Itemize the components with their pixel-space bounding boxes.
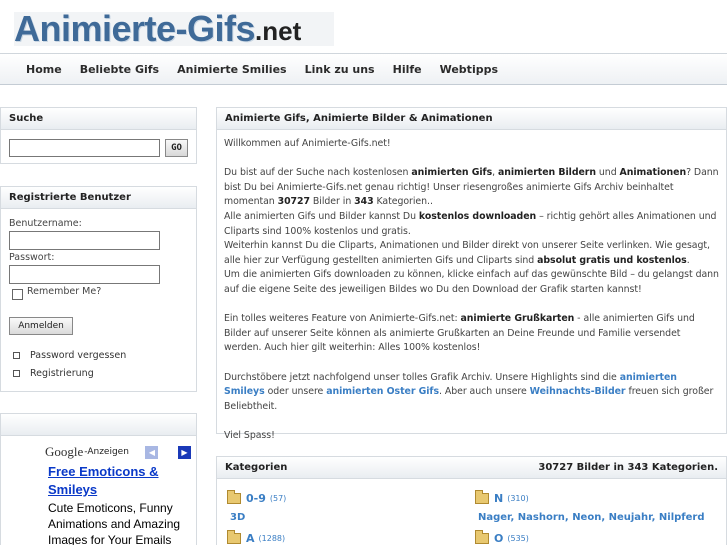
username-field[interactable] [9,231,160,250]
ad-panel: Google -Anzeigen ◀ ▶ Free Emoticons & Sm… [0,413,197,545]
google-wordmark: Google [45,444,84,459]
google-ad: Google -Anzeigen ◀ ▶ Free Emoticons & Sm… [45,444,191,545]
ad-title-link[interactable]: Free Emoticons & Smileys [48,463,191,499]
intro-panel-title: Animierte Gifs, Animierte Bilder & Anima… [217,108,726,130]
nav-beliebte-gifs[interactable]: Beliebte Gifs [80,63,159,76]
logo-tld-text: .net [255,16,302,46]
highlights-paragraph: Durchstöbere jetzt nachfolgend unser tol… [224,371,714,412]
chevron-left-icon[interactable]: ◀ [145,445,159,459]
category-row[interactable]: 0-9 (57) [227,488,467,508]
nav-animierte-smilies[interactable]: Animierte Smilies [177,63,286,76]
nav-webtipps[interactable]: Webtipps [440,63,498,76]
categories-panel: Kategorien 30727 Bilder in 343 Kategorie… [216,456,727,545]
folder-icon [227,529,241,544]
category-row[interactable]: A (1288) [227,528,467,545]
search-input[interactable] [9,139,160,157]
search-go-button[interactable]: GO [165,139,188,157]
ad-panel-header [1,414,196,436]
forgot-password-link[interactable]: Password vergessen [30,350,126,361]
subcategory-links[interactable]: Nager, Nashorn, Neon, Neujahr, Nilpferd [475,508,715,528]
welcome-text: Willkommen auf Animierte-Gifs.net! [224,138,391,149]
login-submit-button[interactable]: Anmelden [9,317,73,335]
category-row[interactable]: N (310) [475,488,715,508]
ad-description: Cute Emoticons, Funny Animations and Ama… [48,501,181,545]
categories-summary: 30727 Bilder in 343 Kategorien. [538,462,718,473]
nav-hilfe[interactable]: Hilfe [393,63,422,76]
link-oster-gifs[interactable]: animierten Oster Gifs [326,386,439,397]
login-panel: Registrierte Benutzer Benutzername: Pass… [0,186,197,392]
remember-me-label: Remember Me? [27,286,102,297]
intro-paragraph: Du bist auf der Suche nach kostenlosen a… [224,167,719,295]
categories-right-column: N (310) Nager, Nashorn, Neon, Neujahr, Ni… [475,488,715,545]
username-label: Benutzername: [9,218,82,229]
category-row[interactable]: O (535) [475,528,715,545]
folder-icon [475,489,489,504]
nav-home[interactable]: Home [26,63,62,76]
search-panel: Suche GO [0,107,197,164]
password-field[interactable] [9,265,160,284]
nav-link-zu-uns[interactable]: Link zu uns [305,63,375,76]
subcategory-links[interactable]: 3D [227,508,467,528]
site-logo[interactable]: Animierte-Gifs .net [14,12,334,46]
search-panel-title: Suche [1,108,196,130]
categories-title: Kategorien [225,462,288,473]
categories-header: Kategorien 30727 Bilder in 343 Kategorie… [217,457,726,479]
ad-label: -Anzeigen [84,447,129,457]
bullet-icon [13,352,20,359]
password-label: Passwort: [9,252,55,263]
folder-icon [227,489,241,504]
login-panel-title: Registrierte Benutzer [1,187,196,209]
folder-icon [475,529,489,544]
link-weihnachts-bilder[interactable]: Weihnachts-Bilder [530,386,626,397]
categories-left-column: 0-9 (57) 3D A (1288) [227,488,467,545]
farewell-text: Viel Spass! [224,429,275,441]
bullet-icon [13,370,20,377]
remember-me-checkbox[interactable] [12,289,23,300]
main-navigation: Home Beliebte Gifs Animierte Smilies Lin… [0,53,727,85]
greeting-cards-paragraph: Ein tolles weiteres Feature von Animiert… [224,313,695,354]
intro-text: Willkommen auf Animierte-Gifs.net! Du bi… [217,130,726,443]
ad-header: Google -Anzeigen ◀ ▶ [45,444,191,460]
register-link[interactable]: Registrierung [30,368,94,379]
intro-panel: Animierte Gifs, Animierte Bilder & Anima… [216,107,727,441]
logo-main-text: Animierte-Gifs [14,12,256,46]
chevron-right-icon[interactable]: ▶ [177,445,191,459]
